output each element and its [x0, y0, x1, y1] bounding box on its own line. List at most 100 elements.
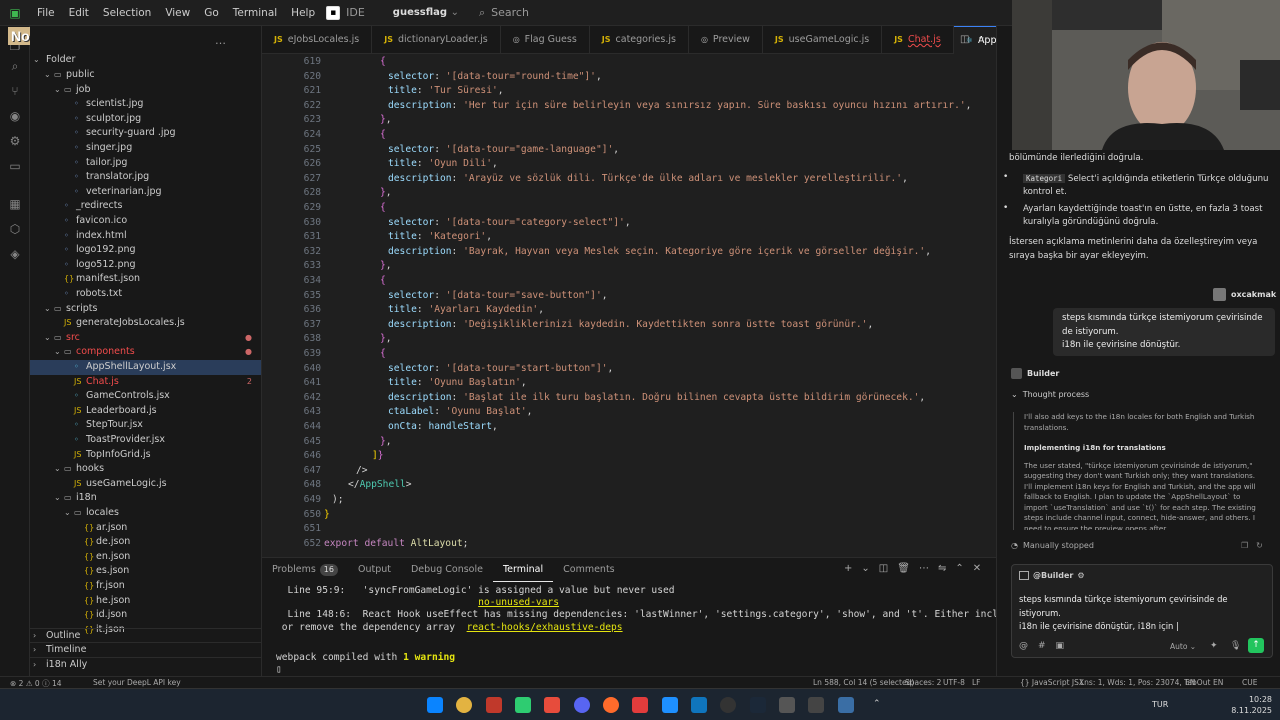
code-line[interactable]: { — [324, 201, 386, 216]
app-icon-4[interactable] — [838, 697, 854, 713]
encoding[interactable]: UTF-8 — [943, 678, 965, 687]
cursor-position[interactable]: Ln 588, Col 14 (5 selected) — [813, 678, 914, 687]
menu-view[interactable]: View — [158, 7, 197, 19]
code-line[interactable]: </AppShell> — [324, 478, 412, 493]
panel-tab[interactable]: Debug Console — [401, 558, 493, 582]
hash-icon[interactable]: # — [1038, 641, 1046, 651]
more-icon[interactable]: ⋯ — [919, 563, 929, 574]
code-line[interactable]: ]} — [324, 449, 384, 464]
menu-terminal[interactable]: Terminal — [226, 7, 284, 19]
filezilla-icon[interactable] — [544, 697, 560, 713]
folder-item[interactable]: ⌄ ▭ components ● — [30, 345, 261, 360]
folder-item[interactable]: ⌄ ▭ src ● — [30, 331, 261, 346]
menu-file[interactable]: File — [30, 7, 62, 19]
file-item[interactable]: {} de.json — [30, 535, 261, 550]
deepl-status[interactable]: Set your DeepL API key — [93, 678, 181, 687]
clock[interactable]: 10:28 8.11.2025 — [1222, 694, 1272, 716]
settings-icon[interactable]: ⚙ — [7, 133, 23, 149]
panel-tab[interactable]: Output — [348, 558, 401, 582]
line-ending[interactable]: LF — [972, 678, 981, 687]
file-item[interactable]: ◦ index.html — [30, 229, 261, 244]
code-line[interactable]: selector: '[data-tour="start-button"]', — [324, 362, 613, 377]
code-line[interactable]: selector: '[data-tour="category-select"]… — [324, 216, 631, 231]
code-line[interactable]: title: 'Ayarları Kaydedin', — [324, 303, 544, 318]
at-icon[interactable]: @ — [1019, 641, 1028, 651]
microphone-icon[interactable]: 🎙 — [1230, 641, 1241, 651]
editor-tab[interactable]: ◎ Flag Guess — [501, 26, 590, 54]
file-item[interactable]: ◦ sculptor.jpg — [30, 112, 261, 127]
timeline-section[interactable]: › Timeline — [30, 642, 261, 657]
folder-item[interactable]: ⌄ ▭ i18n — [30, 491, 261, 506]
sparkle-icon[interactable]: ✦ — [1210, 641, 1218, 651]
outlook-icon[interactable] — [691, 697, 707, 713]
file-item[interactable]: ◦ StepTour.jsx — [30, 418, 261, 433]
chrome-icon[interactable] — [456, 697, 472, 713]
code-line[interactable]: ctaLabel: 'Oyunu Başlat', — [324, 405, 532, 420]
menu-help[interactable]: Help — [284, 7, 322, 19]
ide-button[interactable]: ▪ IDE — [326, 5, 365, 20]
folder-item[interactable]: ⌄ ▭ scripts — [30, 302, 261, 317]
app-icon-3[interactable] — [808, 697, 824, 713]
code-line[interactable]: } — [324, 508, 330, 523]
retry-icon[interactable]: ↻ — [1256, 541, 1263, 550]
thought-toggle[interactable]: ⌄ Thought process — [1011, 390, 1089, 399]
code-line[interactable]: description: 'Değişikliklerinizi kaydedi… — [324, 318, 873, 333]
discord-icon[interactable] — [574, 697, 590, 713]
file-item[interactable]: {} es.json — [30, 564, 261, 579]
folder-item[interactable]: ⌄ ▭ locales — [30, 506, 261, 521]
file-item[interactable]: {} en.json — [30, 550, 261, 565]
file-item[interactable]: {} fr.json — [30, 579, 261, 594]
image-icon[interactable]: ▣ — [1056, 641, 1065, 651]
windows-start-icon[interactable] — [427, 697, 443, 713]
code-line[interactable]: selector: '[data-tour="round-time"]', — [324, 70, 602, 85]
search-box[interactable]: ⌕ Search — [479, 6, 529, 20]
editor-tab[interactable]: JS categories.js — [590, 26, 689, 54]
panel-tab[interactable]: Comments — [553, 558, 625, 582]
indentation[interactable]: Spaces: 2 — [905, 678, 941, 687]
input-language[interactable]: TUR — [1152, 700, 1168, 709]
trash-icon[interactable]: 🗑 — [897, 563, 910, 574]
app-icon-2[interactable] — [779, 697, 795, 713]
folder-item[interactable]: ⌄ ▭ hooks — [30, 462, 261, 477]
menu-selection[interactable]: Selection — [96, 7, 158, 19]
split-editor-icon[interactable]: ◫ — [960, 34, 969, 45]
code-line[interactable]: }, — [324, 113, 392, 128]
code-line[interactable]: onCta: handleStart, — [324, 420, 498, 435]
file-item[interactable]: ◦ scientist.jpg — [30, 97, 261, 112]
chevron-down-icon[interactable]: ⌄ — [861, 563, 869, 574]
eslint-rule-link[interactable]: react-hooks/exhaustive-deps — [467, 622, 623, 633]
eslint-rule-link[interactable]: no-unused-vars — [478, 597, 559, 608]
code-line[interactable]: title: 'Kategori', — [324, 230, 492, 245]
code-line[interactable]: export default AltLayout; — [324, 537, 468, 552]
split-terminal-icon[interactable]: ◫ — [879, 563, 888, 574]
code-line[interactable]: }, — [324, 259, 392, 274]
menu-edit[interactable]: Edit — [62, 7, 96, 19]
code-line[interactable]: selector: '[data-tour="game-language"]', — [324, 143, 619, 158]
code-line[interactable]: description: 'Bayrak, Hayvan veya Meslek… — [324, 245, 931, 260]
file-item[interactable]: {} id.json — [30, 608, 261, 623]
menu-go[interactable]: Go — [197, 7, 226, 19]
editor-tab[interactable]: JS Chat.js — [882, 26, 954, 54]
outline-section[interactable]: › Outline — [30, 628, 261, 643]
file-item[interactable]: ◦ tailor.jpg — [30, 156, 261, 171]
file-item[interactable]: {} he.json — [30, 594, 261, 609]
firefox-icon[interactable] — [603, 697, 619, 713]
folder-header[interactable]: ⌄ Folder — [30, 53, 261, 68]
editor-tab[interactable]: ◎ Preview — [689, 26, 763, 54]
mode-select[interactable]: Auto ⌄ — [1170, 642, 1196, 651]
i18n-ally-section[interactable]: › i18n Ally — [30, 657, 261, 672]
editor-tab[interactable]: JS useGameLogic.js — [763, 26, 883, 54]
steam-icon[interactable] — [750, 697, 766, 713]
layout-icon[interactable]: ⇋ — [938, 563, 946, 574]
code-line[interactable]: title: 'Oyun Dili', — [324, 157, 498, 172]
remote-icon[interactable]: ◈ — [7, 246, 23, 262]
code-line[interactable]: { — [324, 55, 386, 70]
add-terminal-icon[interactable]: + — [844, 563, 852, 574]
file-item[interactable]: JS useGameLogic.js — [30, 477, 261, 492]
code-line[interactable]: description: 'Her tur için süre belirley… — [324, 99, 971, 114]
file-item[interactable]: ◦ GameControls.jsx — [30, 389, 261, 404]
chat-input-box[interactable]: @Builder ⚙ steps kısmında türkçe istemiyo… — [1011, 564, 1273, 658]
file-item[interactable]: ◦ robots.txt — [30, 287, 261, 302]
file-item[interactable]: ◦ ToastProvider.jsx — [30, 433, 261, 448]
code-line[interactable]: title: 'Oyunu Başlatın', — [324, 376, 527, 391]
